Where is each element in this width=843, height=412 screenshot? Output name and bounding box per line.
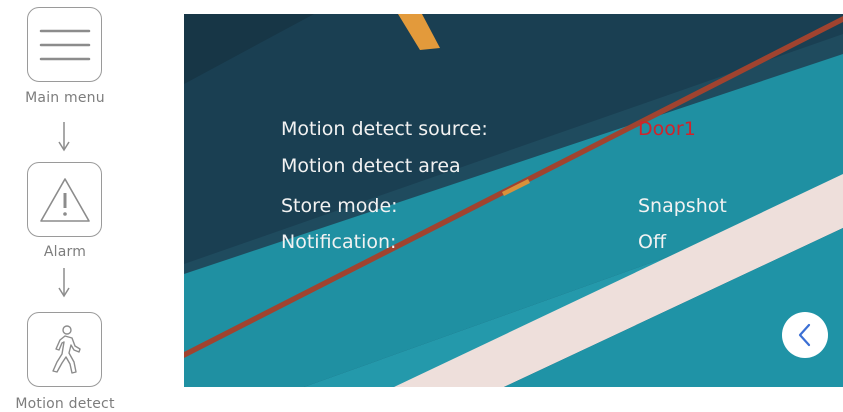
- nav-tile-motion-detect[interactable]: [27, 312, 102, 387]
- setting-row-notification-value[interactable]: Off: [638, 231, 666, 253]
- setting-row-store-label[interactable]: Store mode:: [281, 195, 398, 217]
- walking-person-icon: [51, 324, 81, 374]
- menu-icon: [39, 29, 90, 60]
- nav-label-main-menu: Main menu: [25, 90, 105, 106]
- setting-row-source-value[interactable]: Door1: [638, 118, 696, 140]
- back-button[interactable]: [782, 312, 828, 358]
- arrow-down-icon: [58, 122, 70, 152]
- nav-tile-main-menu[interactable]: [27, 7, 102, 82]
- nav-label-alarm: Alarm: [43, 244, 87, 260]
- warning-icon: [39, 177, 90, 222]
- setting-row-source-label[interactable]: Motion detect source:: [281, 118, 488, 140]
- device-screen: Motion detect source: Door1 Motion detec…: [184, 14, 843, 387]
- setting-row-store-value[interactable]: Snapshot: [638, 195, 727, 217]
- setting-row-area-label[interactable]: Motion detect area: [281, 155, 461, 177]
- nav-tile-alarm[interactable]: [27, 162, 102, 237]
- setting-row-notification-label[interactable]: Notification:: [281, 231, 396, 253]
- nav-label-motion-detect: Motion detect: [15, 396, 115, 412]
- arrow-down-icon: [58, 268, 70, 298]
- chevron-left-icon: [798, 323, 811, 347]
